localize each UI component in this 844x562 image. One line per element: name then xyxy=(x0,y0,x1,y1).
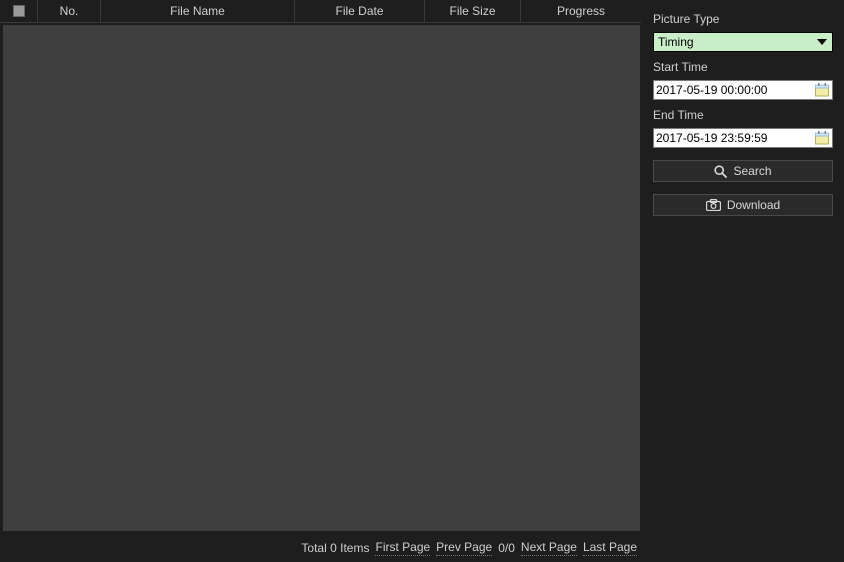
start-time-label: Start Time xyxy=(653,52,836,74)
download-button[interactable]: Download xyxy=(653,194,833,216)
chevron-down-icon xyxy=(814,34,830,50)
end-time-label: End Time xyxy=(653,100,836,122)
total-count: 0 xyxy=(330,541,337,555)
first-page-link[interactable]: First Page xyxy=(375,540,430,556)
download-button-label: Download xyxy=(727,198,780,212)
last-page-link[interactable]: Last Page xyxy=(583,540,637,556)
calendar-icon xyxy=(815,131,829,145)
column-file-date: File Date xyxy=(295,0,425,23)
end-time-input[interactable]: 2017-05-19 23:59:59 xyxy=(653,128,833,148)
search-sidebar: Picture Type Timing Start Time 2017-05-1… xyxy=(643,0,844,562)
start-time-input[interactable]: 2017-05-19 00:00:00 xyxy=(653,80,833,100)
calendar-icon xyxy=(815,83,829,97)
select-all-checkbox[interactable] xyxy=(13,5,25,17)
total-items-label: Total 0 Items xyxy=(301,541,369,555)
table-header: No. File Name File Date File Size Progre… xyxy=(0,0,643,23)
start-time-value: 2017-05-19 00:00:00 xyxy=(656,83,767,97)
column-no: No. xyxy=(38,0,101,23)
end-time-value: 2017-05-19 23:59:59 xyxy=(656,131,767,145)
next-page-link[interactable]: Next Page xyxy=(521,540,577,556)
select-all-cell[interactable] xyxy=(0,0,38,23)
search-button-label: Search xyxy=(733,164,771,178)
prev-page-link[interactable]: Prev Page xyxy=(436,540,492,556)
column-progress: Progress xyxy=(521,0,641,23)
camera-icon xyxy=(706,199,721,211)
picture-type-label: Picture Type xyxy=(653,12,836,26)
search-button[interactable]: Search xyxy=(653,160,833,182)
column-file-size: File Size xyxy=(425,0,521,23)
column-file-name: File Name xyxy=(101,0,295,23)
page-indicator: 0/0 xyxy=(498,541,515,555)
picture-type-select[interactable]: Timing xyxy=(653,32,833,52)
search-icon xyxy=(714,165,727,178)
total-prefix: Total xyxy=(301,541,326,555)
pagination-footer: Total 0 Items First Page Prev Page 0/0 N… xyxy=(0,534,643,562)
picture-type-value: Timing xyxy=(658,35,694,49)
total-suffix: Items xyxy=(340,541,369,555)
table-body xyxy=(3,25,640,531)
